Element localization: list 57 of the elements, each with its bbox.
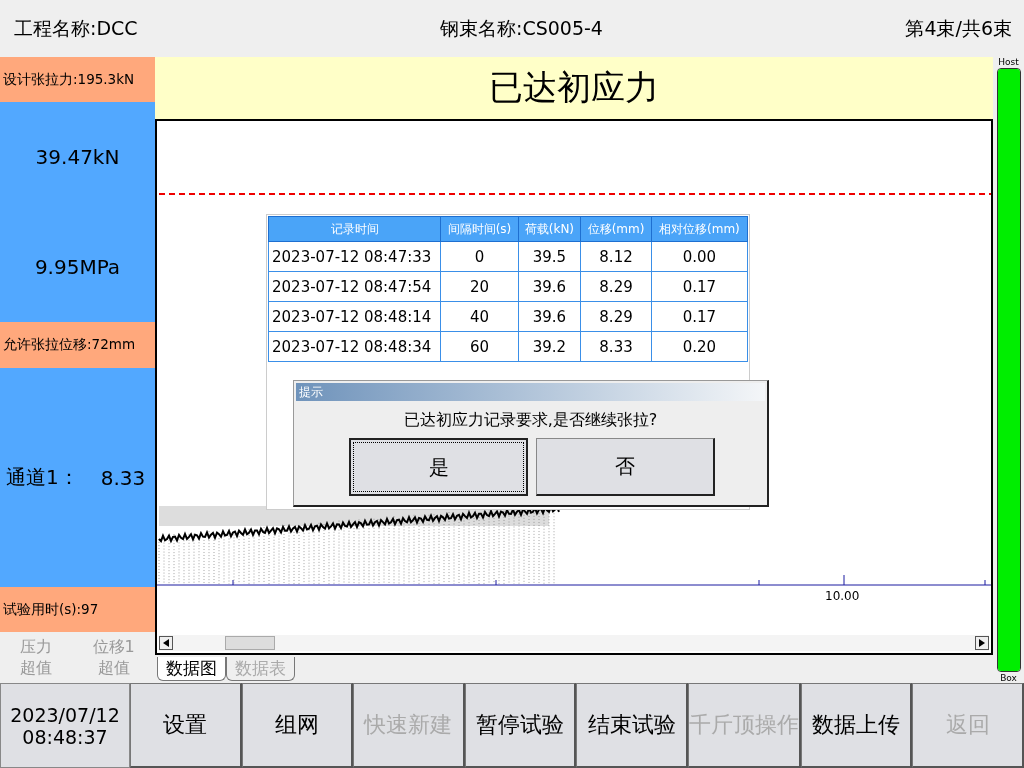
view-tab[interactable]: 数据图 bbox=[157, 657, 226, 681]
host-label: Host bbox=[998, 57, 1019, 67]
box-label: Box bbox=[1000, 673, 1017, 683]
dialog-button[interactable]: 是 bbox=[349, 438, 528, 496]
column-header: 相对位移(mm) bbox=[651, 216, 748, 242]
scroll-right-icon[interactable] bbox=[975, 636, 989, 650]
column-header: 荷载(kN) bbox=[518, 216, 581, 242]
table-cell: 39.2 bbox=[518, 331, 581, 362]
channel-label: 通道1： bbox=[6, 464, 79, 491]
toolbar-button[interactable]: 结束试验 bbox=[576, 683, 688, 768]
time-text: 08:48:37 bbox=[22, 725, 108, 748]
table-cell: 0 bbox=[440, 241, 519, 272]
horizontal-scrollbar[interactable] bbox=[159, 635, 989, 651]
table-cell: 0.17 bbox=[651, 301, 748, 332]
table-cell: 60 bbox=[440, 331, 519, 362]
scroll-left-icon[interactable] bbox=[159, 636, 173, 650]
dialog-button[interactable]: 否 bbox=[536, 438, 715, 496]
status-title: 已达初应力 bbox=[155, 57, 993, 119]
table-cell: 0.17 bbox=[651, 271, 748, 302]
table-cell: 8.29 bbox=[580, 301, 652, 332]
table-cell: 2023-07-12 08:48:34 bbox=[268, 331, 441, 362]
table-cell: 8.29 bbox=[580, 271, 652, 302]
force-reading: 39.47kN bbox=[0, 102, 155, 212]
alarm-indicator: 压力 超值 bbox=[20, 636, 53, 678]
column-header: 记录时间 bbox=[268, 216, 441, 242]
pressure-reading: 9.95MPa bbox=[0, 212, 155, 322]
table-cell: 39.6 bbox=[518, 301, 581, 332]
table-cell: 8.12 bbox=[580, 241, 652, 272]
toolbar-button[interactable]: 组网 bbox=[241, 683, 354, 768]
date-text: 2023/07/12 bbox=[10, 703, 120, 726]
table-cell: 39.6 bbox=[518, 271, 581, 302]
dialog-title: 提示 bbox=[296, 383, 765, 401]
elapsed-time-label: 试验用时(s):97 bbox=[0, 587, 155, 632]
project-name: 工程名称:DCC bbox=[14, 15, 138, 41]
design-force-label: 设计张拉力:195.3kN bbox=[0, 57, 155, 102]
toolbar-button[interactable]: 设置 bbox=[130, 683, 242, 768]
table-cell: 0.20 bbox=[651, 331, 748, 362]
table-cell: 2023-07-12 08:47:33 bbox=[268, 241, 441, 272]
table-cell: 39.5 bbox=[518, 241, 581, 272]
table-cell: 2023-07-12 08:48:14 bbox=[268, 301, 441, 332]
column-header: 位移(mm) bbox=[580, 216, 652, 242]
column-header: 间隔时间(s) bbox=[440, 216, 519, 242]
table-cell: 8.33 bbox=[580, 331, 652, 362]
strand-name: 钢束名称:CS005-4 bbox=[440, 15, 603, 41]
alarm-indicator: 位移1 超值 bbox=[92, 636, 135, 678]
toolbar-button[interactable]: 暂停试验 bbox=[464, 683, 577, 768]
strand-count: 第4束/共6束 bbox=[905, 15, 1012, 41]
axis-tick-label: 10.00 bbox=[825, 589, 860, 603]
table-cell: 40 bbox=[440, 301, 519, 332]
table-cell: 2023-07-12 08:47:54 bbox=[268, 271, 441, 302]
dialog-message: 已达初应力记录要求,是否继续张拉? bbox=[402, 410, 659, 431]
table-cell: 20 bbox=[440, 271, 519, 302]
channel-value: 8.33 bbox=[100, 465, 146, 490]
toolbar-button[interactable]: 数据上传 bbox=[800, 683, 913, 768]
allowed-displacement-label: 允许张拉位移:72mm bbox=[0, 322, 155, 368]
table-cell: 0.00 bbox=[651, 241, 748, 272]
scroll-thumb[interactable] bbox=[225, 636, 275, 650]
